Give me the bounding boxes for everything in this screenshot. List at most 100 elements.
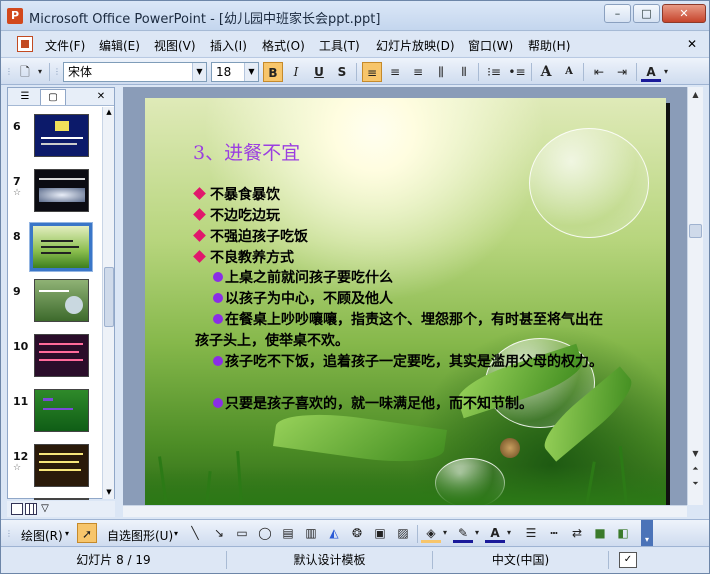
slide-thumbnail-9[interactable] xyxy=(34,279,89,322)
numbering-icon[interactable]: ⁝≡ xyxy=(484,62,504,82)
align-right-icon[interactable]: ≡ xyxy=(408,62,428,82)
bold-button[interactable]: B xyxy=(263,62,283,82)
design-template[interactable]: 默认设计模板 xyxy=(227,551,433,569)
chevron-down-icon[interactable]: ▾ xyxy=(505,523,513,543)
shadow-style-icon[interactable]: ■ xyxy=(590,523,610,543)
increase-indent-icon[interactable]: ⇥ xyxy=(612,62,632,82)
arrow-style-icon[interactable]: ⇄ xyxy=(567,523,587,543)
minimize-button[interactable]: – xyxy=(604,4,631,23)
slide-sorter-view-icon[interactable] xyxy=(25,503,37,515)
sub-bullet-item: 孩子吃不下饭，追着孩子一定要吃，其实是滥用父母的权力。 xyxy=(195,352,615,373)
scroll-thumb[interactable] xyxy=(104,267,114,327)
font-color-button[interactable]: A xyxy=(641,62,661,82)
slide-thumbnail-10[interactable] xyxy=(34,334,89,377)
scroll-down-icon[interactable]: ▼ xyxy=(104,488,114,498)
wordart-icon[interactable]: ◭ xyxy=(324,523,344,543)
menu-insert[interactable]: 插入(I) xyxy=(210,37,247,54)
drawing-toolbar: ⋮ 绘图(R) ▾ ➚ 自选图形(U) ▾ ╲ ↘ ▭ ◯ ▤ ▥ ◭ ❂ ▣ … xyxy=(1,519,709,547)
chevron-down-icon[interactable]: ▾ xyxy=(174,529,178,538)
spelling-check-icon[interactable]: ✓ xyxy=(619,552,637,568)
current-slide[interactable]: 3、进餐不宜 不暴食暴饮 不边吃边玩 不强迫孩子吃饭 不良教养方式 上桌之前就问… xyxy=(145,98,666,506)
oval-icon[interactable]: ◯ xyxy=(255,523,275,543)
align-left-icon[interactable]: ≡ xyxy=(362,62,382,82)
thumbnail-number: 11 xyxy=(13,395,29,408)
pane-close-button[interactable]: ✕ xyxy=(92,89,110,105)
draw-menu-button[interactable]: 绘图(R) xyxy=(21,527,63,544)
slides-pane-scrollbar[interactable]: ▲ ▼ xyxy=(102,107,114,499)
toolbar-grip-icon: ⋮ xyxy=(5,529,13,538)
underline-button[interactable]: U xyxy=(309,62,329,82)
font-name-combo[interactable]: 宋体 ▼ xyxy=(63,62,207,82)
chevron-down-icon[interactable]: ▾ xyxy=(473,523,481,543)
chevron-down-icon[interactable]: ▼ xyxy=(244,63,258,81)
slide-thumbnail-13[interactable] xyxy=(34,498,89,500)
normal-view-icon[interactable] xyxy=(11,503,23,515)
menu-view[interactable]: 视图(V) xyxy=(154,37,196,54)
chevron-down-icon[interactable]: ▾ xyxy=(441,523,449,543)
menu-slideshow[interactable]: 幻灯片放映(D) xyxy=(376,37,455,54)
thumbnail-number: 10 xyxy=(13,340,29,353)
close-button[interactable]: ✕ xyxy=(662,4,706,23)
document-close-button[interactable]: ✕ xyxy=(687,37,697,51)
chevron-down-icon[interactable]: ▼ xyxy=(192,63,206,81)
slide-thumbnail-11[interactable] xyxy=(34,389,89,432)
grow-font-button[interactable]: A xyxy=(536,62,556,82)
menu-help[interactable]: 帮助(H) xyxy=(528,37,570,54)
arrow-icon[interactable]: ↘ xyxy=(209,523,229,543)
bullet-text: 不良教养方式 xyxy=(210,250,294,266)
align-center-icon[interactable]: ≡ xyxy=(385,62,405,82)
toolbar-options-icon[interactable]: ▾ xyxy=(641,520,653,546)
slideshow-view-icon[interactable]: ▽ xyxy=(39,503,51,515)
chevron-down-icon[interactable]: ▾ xyxy=(661,62,671,82)
bullets-icon[interactable]: •≡ xyxy=(507,62,527,82)
distribute-icon[interactable]: ⫼ xyxy=(431,62,451,82)
document-icon[interactable] xyxy=(17,36,33,52)
scroll-up-icon[interactable]: ▲ xyxy=(104,108,114,118)
scroll-down-icon[interactable]: ▼ xyxy=(689,447,702,461)
slide-thumbnail-7[interactable] xyxy=(34,169,89,212)
outline-tab[interactable]: ☰ xyxy=(12,89,38,105)
line-color-icon[interactable]: ✎ xyxy=(453,523,473,543)
diagram-icon[interactable]: ❂ xyxy=(347,523,367,543)
textbox-icon[interactable]: ▤ xyxy=(278,523,298,543)
line-style-icon[interactable]: ☰ xyxy=(521,523,541,543)
menu-tools[interactable]: 工具(T) xyxy=(319,37,360,54)
line-icon[interactable]: ╲ xyxy=(185,523,205,543)
circle-bullet-icon xyxy=(213,293,223,303)
slide-thumbnail-8[interactable] xyxy=(29,222,93,272)
scroll-up-icon[interactable]: ▲ xyxy=(689,88,702,102)
menu-file[interactable]: 文件(F) xyxy=(45,37,85,54)
columns-icon[interactable]: ⫴ xyxy=(454,62,474,82)
picture-icon[interactable]: ▨ xyxy=(393,523,413,543)
autoshapes-menu-button[interactable]: 自选图形(U) xyxy=(107,527,173,544)
menu-window[interactable]: 窗口(W) xyxy=(468,37,513,54)
new-document-icon[interactable]: 🗋 xyxy=(15,62,35,82)
font-size-combo[interactable]: 18 ▼ xyxy=(211,62,259,82)
menu-edit[interactable]: 编辑(E) xyxy=(99,37,140,54)
menu-format[interactable]: 格式(O) xyxy=(262,37,305,54)
slide-thumbnail-12[interactable] xyxy=(34,444,89,487)
slides-tab[interactable]: ▢ xyxy=(40,89,66,105)
scroll-thumb[interactable] xyxy=(689,224,702,238)
slide-horizontal-scrollbar[interactable] xyxy=(123,505,687,517)
new-dropdown-icon[interactable]: ▾ xyxy=(35,62,45,82)
dash-style-icon[interactable]: ┅ xyxy=(544,523,564,543)
drawing-font-color-button[interactable]: A xyxy=(485,523,505,543)
slide-title[interactable]: 3、进餐不宜 xyxy=(193,138,300,165)
shrink-font-button[interactable]: A xyxy=(559,62,579,82)
vertical-textbox-icon[interactable]: ▥ xyxy=(301,523,321,543)
slide-thumbnail-6[interactable] xyxy=(34,114,89,157)
slide-vertical-scrollbar[interactable]: ▲ ▼ ⏶ ⏷ xyxy=(687,87,703,505)
select-objects-icon[interactable]: ➚ xyxy=(77,523,97,543)
fill-color-icon[interactable]: ◈ xyxy=(421,523,441,543)
next-slide-icon[interactable]: ⏷ xyxy=(689,477,702,491)
clipart-icon[interactable]: ▣ xyxy=(370,523,390,543)
rectangle-icon[interactable]: ▭ xyxy=(232,523,252,543)
maximize-button[interactable]: □ xyxy=(633,4,660,23)
italic-button[interactable]: I xyxy=(286,62,306,82)
3d-style-icon[interactable]: ◧ xyxy=(613,523,633,543)
previous-slide-icon[interactable]: ⏶ xyxy=(689,462,702,476)
decrease-indent-icon[interactable]: ⇤ xyxy=(589,62,609,82)
chevron-down-icon[interactable]: ▾ xyxy=(65,529,69,538)
shadow-button[interactable]: S xyxy=(332,62,352,82)
